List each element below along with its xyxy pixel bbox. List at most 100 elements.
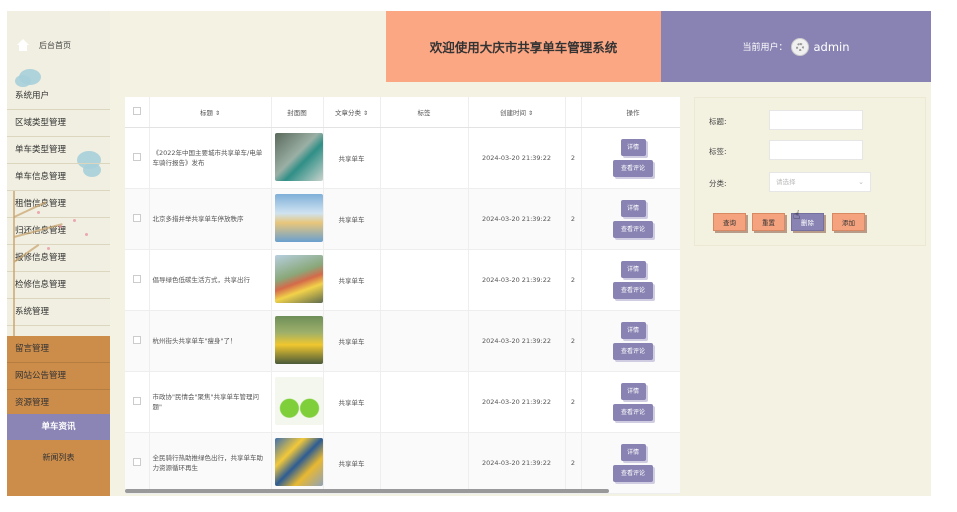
category-filter-label: 分类:: [709, 179, 727, 188]
sidebar-item-messages[interactable]: 留言管理: [7, 336, 110, 363]
row-checkbox[interactable]: [132, 214, 141, 222]
detail-button[interactable]: 详情: [620, 200, 646, 217]
row-created: 2024-03-20 21:39:22: [468, 188, 566, 250]
news-table: 标题 ⇕ 封面图 文章分类 ⇕ 标签 创建时间 ⇕ 操作 《2022年中国主要城市共享…: [125, 97, 680, 494]
title-filter-label: 标题:: [709, 117, 727, 126]
detail-button[interactable]: 详情: [620, 261, 646, 278]
row-checkbox[interactable]: [132, 458, 141, 466]
avatar[interactable]: [791, 37, 810, 56]
column-header-category[interactable]: 文章分类 ⇕: [323, 97, 381, 128]
column-header-created[interactable]: 创建时间 ⇕: [468, 97, 566, 128]
sidebar-home[interactable]: 后台首页: [7, 11, 110, 79]
row-title: 市政协"民情会"聚焦"共享单车管理问题": [149, 371, 272, 433]
cover-image: [274, 316, 323, 364]
row-created: 2024-03-20 21:39:22: [468, 371, 566, 433]
table-row: 全民骑行热助推绿色出行，共享单车助力资源循环再生 共享单车 2024-03-20…: [125, 432, 680, 494]
view-comments-button[interactable]: 查看评论: [613, 282, 653, 299]
table-header-row: 标题 ⇕ 封面图 文章分类 ⇕ 标签 创建时间 ⇕ 操作: [125, 97, 680, 128]
home-label: 后台首页: [39, 40, 71, 50]
sidebar-item-bike-news[interactable]: 单车资讯: [7, 414, 110, 440]
app: 后台首页 系统用户 区域类型管理 单车类型管理 单车信息管理 租借信息管理 归还…: [7, 11, 931, 496]
row-category: 共享单车: [323, 127, 381, 189]
main-content: 标题 ⇕ 封面图 文章分类 ⇕ 标签 创建时间 ⇕ 操作 《2022年中国主要城市共享…: [110, 82, 931, 496]
sort-icon[interactable]: ⇕: [528, 110, 533, 117]
row-checkbox[interactable]: [132, 275, 141, 283]
sidebar-item-announcements[interactable]: 网站公告管理: [7, 363, 110, 390]
sidebar-subitem-news-list[interactable]: 新闻列表: [7, 445, 110, 471]
row-tag: [380, 188, 469, 250]
reset-button[interactable]: 重置: [752, 213, 785, 231]
cover-image: [274, 377, 323, 425]
row-category: 共享单车: [323, 188, 381, 250]
detail-button[interactable]: 详情: [620, 383, 646, 400]
column-header-cover: 封面图: [271, 97, 324, 128]
row-title: 《2022年中国主要城市共享单车/电单车骑行报告》发布: [149, 127, 272, 189]
row-title: 倡导绿色低碳生活方式，共享出行: [149, 249, 272, 311]
horizontal-scrollbar[interactable]: [125, 489, 609, 493]
row-extra: 2: [565, 127, 582, 189]
row-extra: 2: [565, 249, 582, 311]
select-all-checkbox[interactable]: [132, 107, 141, 115]
table-row: 《2022年中国主要城市共享单车/电单车骑行报告》发布 共享单车 2024-03…: [125, 127, 680, 189]
username[interactable]: admin: [813, 40, 849, 54]
row-category: 共享单车: [323, 432, 381, 494]
blossom: [37, 211, 40, 214]
row-created: 2024-03-20 21:39:22: [468, 310, 566, 372]
view-comments-button[interactable]: 查看评论: [613, 465, 653, 482]
row-checkbox[interactable]: [132, 336, 141, 344]
sidebar-menu: 系统用户 区域类型管理 单车类型管理 单车信息管理 租借信息管理 归还信息管理 …: [7, 83, 110, 326]
mouse-cursor-icon: ☝: [793, 208, 801, 222]
sidebar-item-system[interactable]: 系统管理: [7, 299, 110, 326]
news-table-container: 标题 ⇕ 封面图 文章分类 ⇕ 标签 创建时间 ⇕ 操作 《2022年中国主要城市共享…: [125, 97, 680, 494]
category-select[interactable]: 请选择 ⌄: [769, 172, 871, 192]
sidebar-item-bike-info[interactable]: 单车信息管理: [7, 164, 110, 191]
sidebar-item-region-types[interactable]: 区域类型管理: [7, 110, 110, 137]
title-filter-input[interactable]: [769, 110, 863, 130]
cover-image: [274, 255, 323, 303]
row-category: 共享单车: [323, 371, 381, 433]
tag-filter-input[interactable]: [769, 140, 863, 160]
column-header-extra: [565, 97, 582, 128]
row-created: 2024-03-20 21:39:22: [468, 432, 566, 494]
detail-button[interactable]: 详情: [620, 444, 646, 461]
row-extra: 2: [565, 310, 582, 372]
row-title: 北京多措并举共享单车停放秩序: [149, 188, 272, 250]
sidebar-item-inspections[interactable]: 检修信息管理: [7, 272, 110, 299]
query-button[interactable]: 查询: [713, 213, 746, 231]
sidebar-item-bike-types[interactable]: 单车类型管理: [7, 137, 110, 164]
sort-icon[interactable]: ⇕: [215, 110, 220, 117]
category-placeholder: 请选择: [776, 178, 796, 186]
add-button[interactable]: 添加: [832, 213, 865, 231]
row-category: 共享单车: [323, 249, 381, 311]
row-checkbox[interactable]: [132, 397, 141, 405]
user-info: 当前用户： admin: [661, 11, 931, 82]
sidebar-item-rentals[interactable]: 租借信息管理: [7, 191, 110, 218]
sort-icon[interactable]: ⇕: [363, 110, 368, 117]
home-icon: [17, 39, 29, 51]
column-header-title[interactable]: 标题 ⇕: [149, 97, 272, 128]
row-tag: [380, 310, 469, 372]
detail-button[interactable]: 详情: [620, 139, 646, 156]
row-tag: [380, 249, 469, 311]
view-comments-button[interactable]: 查看评论: [613, 160, 653, 177]
row-created: 2024-03-20 21:39:22: [468, 249, 566, 311]
blossom: [85, 233, 88, 236]
view-comments-button[interactable]: 查看评论: [613, 404, 653, 421]
table-row: 市政协"民情会"聚焦"共享单车管理问题" 共享单车 2024-03-20 21:…: [125, 371, 680, 433]
blossom: [47, 247, 50, 250]
row-checkbox[interactable]: [132, 153, 141, 161]
row-title: 全民骑行热助推绿色出行，共享单车助力资源循环再生: [149, 432, 272, 494]
column-header-actions: 操作: [581, 97, 680, 128]
view-comments-button[interactable]: 查看评论: [613, 221, 653, 238]
sidebar-item-resources[interactable]: 资源管理: [7, 390, 110, 417]
sidebar-item-repairs[interactable]: 报修信息管理: [7, 245, 110, 272]
view-comments-button[interactable]: 查看评论: [613, 343, 653, 360]
sidebar-item-users[interactable]: 系统用户: [7, 83, 110, 110]
tree-decoration: [13, 191, 15, 341]
cover-image: [274, 194, 323, 242]
page-title: 欢迎使用大庆市共享单车管理系统: [386, 11, 661, 82]
detail-button[interactable]: 详情: [620, 322, 646, 339]
sidebar-item-returns[interactable]: 归还信息管理: [7, 218, 110, 245]
column-header-tag: 标签: [380, 97, 469, 128]
select-all-cell: [125, 97, 150, 128]
